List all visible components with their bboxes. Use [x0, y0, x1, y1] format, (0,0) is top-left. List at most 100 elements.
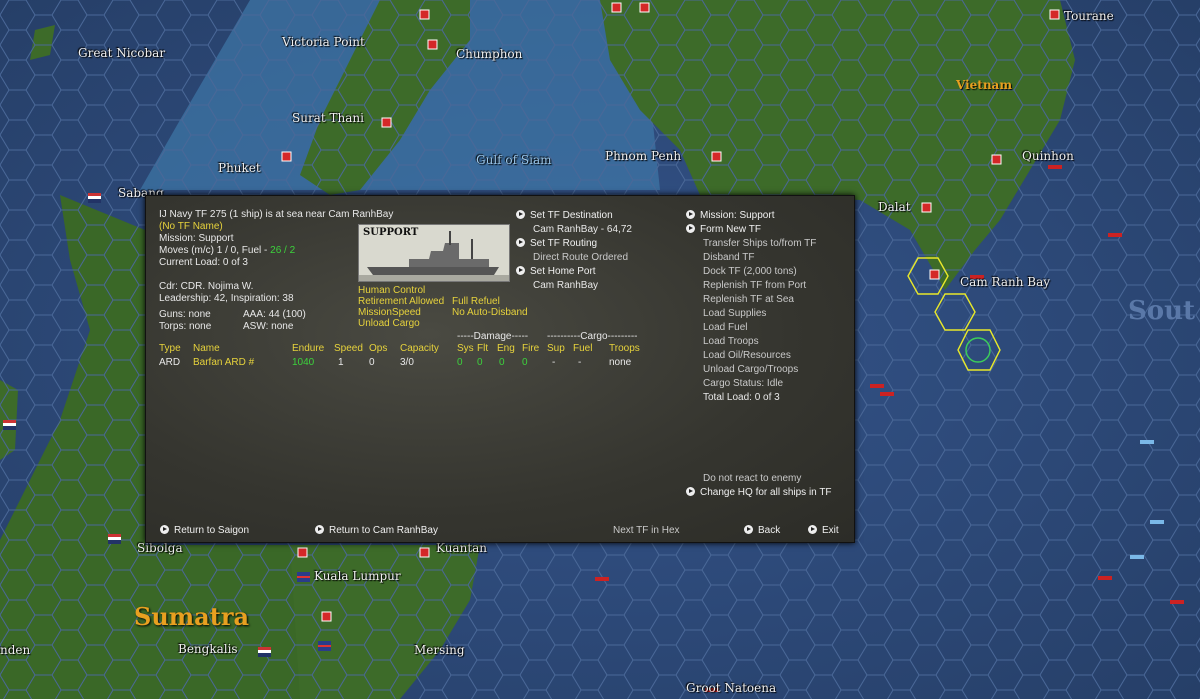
menu-item-dock-tf[interactable]: Dock TF (2,000 tons): [703, 266, 797, 278]
task-force-panel: IJ Navy TF 275 (1 ship) is at sea near C…: [145, 195, 855, 543]
arrow-icon: [744, 525, 753, 534]
cell-ops: 0: [369, 357, 375, 368]
return-to-cam-ranh-bay-button[interactable]: Return to Cam RanhBay: [315, 525, 438, 537]
map-place-label: Groot Natoena: [686, 681, 777, 695]
total-load: Total Load: 0 of 3: [703, 392, 780, 403]
cell-endure: 1040: [292, 357, 315, 368]
cargo-status: Cargo Status: Idle: [703, 378, 784, 389]
next-tf-in-hex-button[interactable]: Next TF in Hex: [613, 525, 680, 537]
region-label-south: Sout: [1128, 296, 1196, 326]
arrow-icon: [686, 487, 695, 496]
cell-flt: 0: [477, 357, 483, 368]
map-place-label: Surat Thani: [292, 111, 364, 125]
col-speed[interactable]: Speed: [334, 343, 363, 355]
damage-header: -----Damage-----: [457, 331, 529, 342]
col-capacity[interactable]: Capacity: [400, 343, 439, 355]
map-place-label: Gulf of Siam: [476, 153, 552, 167]
col-flt[interactable]: Flt: [477, 343, 488, 355]
cell-sys: 0: [457, 357, 463, 368]
menu-item-load-oil[interactable]: Load Oil/Resources: [703, 350, 791, 362]
unload-cargo-toggle[interactable]: Unload Cargo: [358, 318, 420, 330]
routing-value: Direct Route Ordered: [533, 252, 629, 263]
region-label-vietnam: Vietnam: [956, 78, 1013, 92]
arrow-icon: [160, 525, 169, 534]
set-tf-destination-button[interactable]: Set TF Destination: [516, 210, 613, 222]
exit-button[interactable]: Exit: [808, 525, 839, 537]
cell-speed: 1: [338, 357, 344, 368]
tf-current-load: Current Load: 0 of 3: [159, 257, 248, 268]
map-place-label: Kuantan: [436, 541, 488, 555]
destination-value: Cam RanhBay - 64,72: [533, 224, 632, 235]
mission-select-button[interactable]: Mission: Support: [686, 210, 774, 222]
guns-value: Guns: none: [159, 309, 211, 320]
cell-fuel: -: [578, 357, 582, 368]
tf-moves-label: Moves (m/c) 1 / 0, Fuel -: [159, 245, 271, 256]
cell-eng: 0: [499, 357, 505, 368]
map-place-label: Kuala Lumpur: [314, 569, 401, 583]
col-eng[interactable]: Eng: [497, 343, 515, 355]
home-port-value: Cam RanhBay: [533, 280, 599, 291]
form-new-tf-label: Form New TF: [700, 224, 761, 235]
cell-capacity: 3/0: [400, 357, 414, 368]
col-name[interactable]: Name: [193, 343, 220, 355]
col-sys[interactable]: Sys: [457, 343, 474, 355]
tf-title: IJ Navy TF 275 (1 ship) is at sea near C…: [159, 209, 394, 220]
col-sup[interactable]: Sup: [547, 343, 565, 355]
menu-item-replenish-port[interactable]: Replenish TF from Port: [703, 280, 806, 292]
react-to-enemy-toggle[interactable]: Do not react to enemy: [703, 473, 801, 485]
cargo-header: ----------Cargo---------: [547, 331, 638, 342]
set-tf-routing-button[interactable]: Set TF Routing: [516, 238, 597, 250]
commander-stats: Leadership: 42, Inspiration: 38: [159, 293, 294, 304]
exit-label: Exit: [822, 525, 839, 536]
form-new-tf-button[interactable]: Form New TF: [686, 224, 761, 236]
set-home-port-button[interactable]: Set Home Port: [516, 266, 596, 278]
auto-disband-toggle[interactable]: No Auto-Disband: [452, 307, 528, 319]
menu-item-load-troops[interactable]: Load Troops: [703, 336, 759, 348]
menu-item-disband-tf[interactable]: Disband TF: [703, 252, 755, 264]
cell-sup: -: [552, 357, 556, 368]
tf-name[interactable]: (No TF Name): [159, 221, 223, 233]
menu-item-replenish-sea[interactable]: Replenish TF at Sea: [703, 294, 794, 306]
arrow-icon: [315, 525, 324, 534]
menu-item-unload-cargo[interactable]: Unload Cargo/Troops: [703, 364, 798, 376]
map-place-label: Great Nicobar: [78, 46, 166, 60]
map-place-label: Bengkalis: [178, 642, 238, 656]
menu-item-load-fuel[interactable]: Load Fuel: [703, 322, 747, 334]
ship-class-image: SUPPORT: [358, 224, 510, 282]
col-troops[interactable]: Troops: [609, 343, 640, 355]
change-hq-button[interactable]: Change HQ for all ships in TF: [686, 487, 832, 499]
col-type[interactable]: Type: [159, 343, 181, 355]
arrow-icon: [516, 238, 525, 247]
tf-fuel-value: 26 / 2: [270, 245, 296, 256]
map-place-label: Dalat: [878, 200, 911, 214]
arrow-icon: [686, 224, 695, 233]
mission-select-label: Mission: Support: [700, 210, 775, 221]
aaa-value: AAA: 44 (100): [243, 309, 306, 320]
map-place-label: Phnom Penh: [605, 149, 682, 163]
arrow-icon: [516, 210, 525, 219]
back-button[interactable]: Back: [744, 525, 780, 537]
cell-name[interactable]: Barfan ARD #: [193, 357, 254, 369]
return-to-saigon-button[interactable]: Return to Saigon: [160, 525, 249, 537]
col-fire[interactable]: Fire: [522, 343, 539, 355]
map-place-label: Tourane: [1064, 9, 1114, 23]
tf-moves: Moves (m/c) 1 / 0, Fuel - 26 / 2: [159, 245, 295, 257]
menu-item-load-supplies[interactable]: Load Supplies: [703, 308, 766, 320]
commander-name[interactable]: Cdr: CDR. Nojima W.: [159, 281, 253, 293]
torps-value: Torps: none: [159, 321, 212, 332]
arrow-icon: [686, 210, 695, 219]
region-label-sumatra: Sumatra: [134, 602, 250, 631]
map-place-label: Mersing: [414, 643, 465, 657]
col-endure[interactable]: Endure: [292, 343, 324, 355]
set-home-port-label: Set Home Port: [530, 266, 596, 277]
tf-mission: Mission: Support: [159, 233, 234, 244]
col-ops[interactable]: Ops: [369, 343, 387, 355]
cell-type: ARD: [159, 357, 181, 368]
map-place-label: Chumphon: [456, 47, 523, 61]
change-hq-label: Change HQ for all ships in TF: [700, 487, 832, 498]
menu-item-transfer-ships[interactable]: Transfer Ships to/from TF: [703, 238, 816, 250]
col-fuel[interactable]: Fuel: [573, 343, 592, 355]
map-place-label: Cam Ranh Bay: [960, 275, 1051, 289]
set-tf-destination-label: Set TF Destination: [530, 210, 613, 221]
map-place-label: Victoria Point: [282, 35, 365, 49]
